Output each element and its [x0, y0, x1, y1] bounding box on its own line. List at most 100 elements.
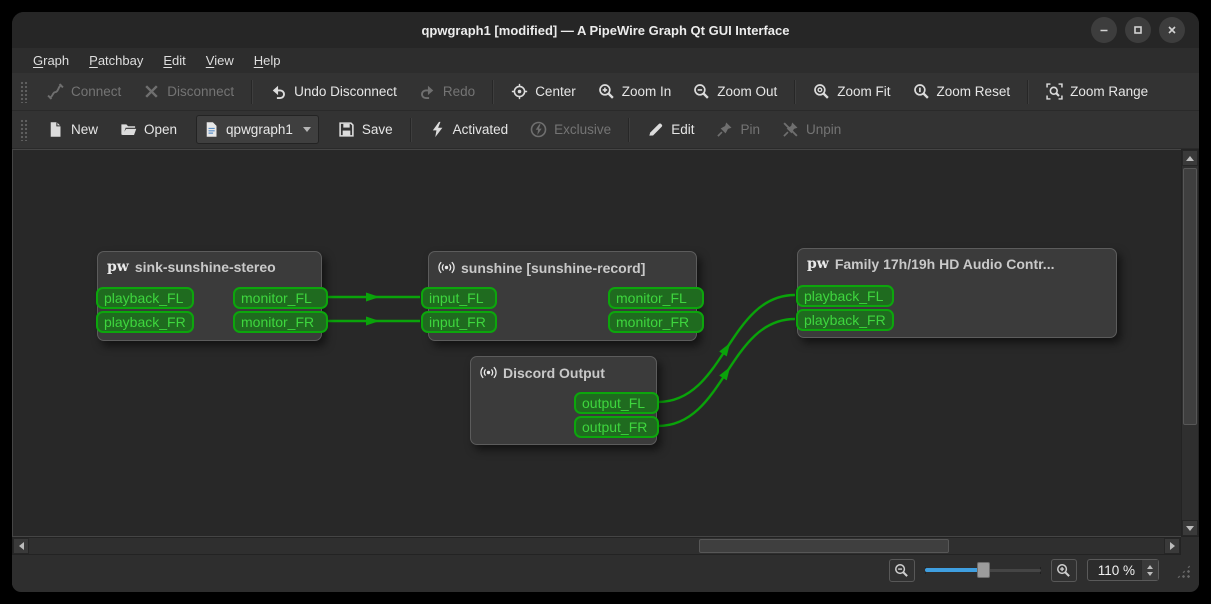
spin-up-icon[interactable]	[1147, 564, 1153, 569]
scroll-right-button[interactable]	[1164, 538, 1180, 554]
zoom-in-icon	[1056, 563, 1071, 578]
minimize-button[interactable]	[1091, 17, 1117, 43]
disconnect-button[interactable]: Disconnect	[132, 78, 245, 106]
connections-layer	[327, 292, 796, 428]
stream-icon	[480, 364, 497, 381]
maximize-button[interactable]	[1125, 17, 1151, 43]
port-output-fr[interactable]: output_FR	[574, 416, 659, 438]
patchbay-selector[interactable]: qpwgraph1	[196, 115, 319, 144]
node-discord-output[interactable]: Discord Output output_FL output_FR	[470, 356, 659, 445]
port-playback-fr[interactable]: playback_FR	[96, 311, 194, 333]
window-resize-grip[interactable]	[1176, 564, 1191, 579]
graph-toolbar: Connect Disconnect Undo Disconnect Redo …	[12, 73, 1199, 111]
close-button[interactable]	[1159, 17, 1185, 43]
scroll-up-button[interactable]	[1182, 150, 1198, 166]
toolbar-separator	[628, 117, 631, 142]
zoom-out-icon	[894, 563, 909, 578]
node-title: sunshine [sunshine-record]	[461, 259, 646, 276]
horizontal-scroll-thumb[interactable]	[699, 539, 949, 553]
port-playback-fl[interactable]: playback_FL	[796, 285, 894, 307]
node-family-hd-audio[interactable]: pw Family 17h/19h HD Audio Contr... play…	[796, 248, 1117, 338]
edit-button[interactable]: Edit	[636, 116, 705, 144]
zoom-in-icon	[598, 83, 615, 100]
center-button[interactable]: Center	[500, 78, 587, 106]
zoom-range-icon	[1046, 83, 1063, 100]
zoom-out-button[interactable]: Zoom Out	[682, 78, 788, 106]
scroll-down-button[interactable]	[1182, 520, 1198, 536]
stream-icon	[438, 259, 455, 276]
toolbar-grip-handle[interactable]	[20, 118, 28, 141]
toolbar-separator	[492, 79, 495, 104]
scroll-left-button[interactable]	[13, 538, 29, 554]
disconnect-icon	[143, 83, 160, 100]
connect-button[interactable]: Connect	[36, 78, 132, 106]
horizontal-scrollbar[interactable]	[12, 537, 1181, 555]
zoom-value: 110 %	[1097, 562, 1135, 578]
app-window: qpwgraph1 [modified] — A PipeWire Graph …	[12, 12, 1199, 592]
port-monitor-fr[interactable]: monitor_FR	[233, 311, 328, 333]
activated-bolt-icon	[429, 121, 446, 138]
spin-down-icon[interactable]	[1147, 571, 1153, 576]
unpin-button[interactable]: Unpin	[771, 116, 852, 144]
status-zoom-in-button[interactable]	[1050, 558, 1077, 582]
redo-icon	[419, 83, 436, 100]
zoom-reset-button[interactable]: Zoom Reset	[902, 78, 1022, 106]
port-input-fr[interactable]: input_FR	[421, 311, 497, 333]
vertical-scroll-thumb[interactable]	[1183, 168, 1197, 425]
exclusive-toggle[interactable]: Exclusive	[519, 116, 622, 144]
scrollbar-corner	[1181, 537, 1199, 555]
title-bar[interactable]: qpwgraph1 [modified] — A PipeWire Graph …	[12, 12, 1199, 48]
patchbay-file-icon	[203, 121, 220, 138]
port-input-fl[interactable]: input_FL	[421, 287, 497, 309]
zoom-reset-icon	[913, 83, 930, 100]
toolbar-separator	[1027, 79, 1030, 104]
unpin-icon	[782, 121, 799, 138]
patchbay-toolbar: New Open qpwgraph1 Save Activated Exclus…	[12, 111, 1199, 149]
connect-icon	[47, 83, 64, 100]
exclusive-icon	[530, 121, 547, 138]
port-playback-fr[interactable]: playback_FR	[796, 309, 894, 331]
node-title: sink-sunshine-stereo	[134, 259, 276, 275]
port-playback-fl[interactable]: playback_FL	[96, 287, 194, 309]
menu-bar: Graph Patchbay Edit View Help	[12, 48, 1199, 73]
new-button[interactable]: New	[36, 116, 109, 144]
new-file-icon	[47, 121, 64, 138]
save-button[interactable]: Save	[327, 116, 404, 144]
pin-button[interactable]: Pin	[705, 116, 771, 144]
zoom-in-button[interactable]: Zoom In	[587, 78, 683, 106]
menu-graph[interactable]: Graph	[24, 50, 78, 71]
node-sunshine-record[interactable]: sunshine [sunshine-record] input_FL inpu…	[421, 251, 704, 341]
graph-canvas[interactable]: pw sink-sunshine-stereo playback_FL play…	[12, 149, 1181, 537]
wire-arrow-icon	[719, 367, 731, 381]
status-zoom-out-button[interactable]	[888, 558, 915, 582]
pipewire-icon: pw	[807, 256, 829, 272]
menu-patchbay[interactable]: Patchbay	[80, 50, 152, 71]
zoom-range-button[interactable]: Zoom Range	[1035, 78, 1159, 106]
undo-button[interactable]: Undo Disconnect	[259, 78, 408, 106]
center-icon	[511, 83, 528, 100]
open-folder-icon	[120, 121, 137, 138]
activated-toggle[interactable]: Activated	[418, 116, 520, 144]
node-sink-sunshine-stereo[interactable]: pw sink-sunshine-stereo playback_FL play…	[96, 251, 328, 341]
menu-edit[interactable]: Edit	[154, 50, 194, 71]
zoom-fit-button[interactable]: Zoom Fit	[802, 78, 901, 106]
port-monitor-fr[interactable]: monitor_FR	[608, 311, 704, 333]
zoom-slider[interactable]	[924, 561, 1041, 579]
redo-button[interactable]: Redo	[408, 78, 486, 106]
scroll-right-icon	[1169, 542, 1175, 550]
menu-help[interactable]: Help	[245, 50, 290, 71]
port-monitor-fl[interactable]: monitor_FL	[233, 287, 328, 309]
spinbox-arrows	[1141, 560, 1158, 580]
port-monitor-fl[interactable]: monitor_FL	[608, 287, 704, 309]
zoom-spinbox[interactable]: 110 %	[1086, 559, 1159, 581]
open-button[interactable]: Open	[109, 116, 188, 144]
chevron-down-icon	[302, 127, 311, 132]
window-title: qpwgraph1 [modified] — A PipeWire Graph …	[421, 22, 790, 38]
port-output-fl[interactable]: output_FL	[574, 392, 659, 414]
menu-view[interactable]: View	[197, 50, 243, 71]
zoom-slider-handle[interactable]	[976, 562, 990, 578]
toolbar-grip-handle[interactable]	[20, 80, 28, 103]
wire-arrow-icon	[366, 292, 380, 302]
vertical-scrollbar[interactable]	[1181, 149, 1199, 537]
pipewire-icon: pw	[107, 259, 129, 275]
